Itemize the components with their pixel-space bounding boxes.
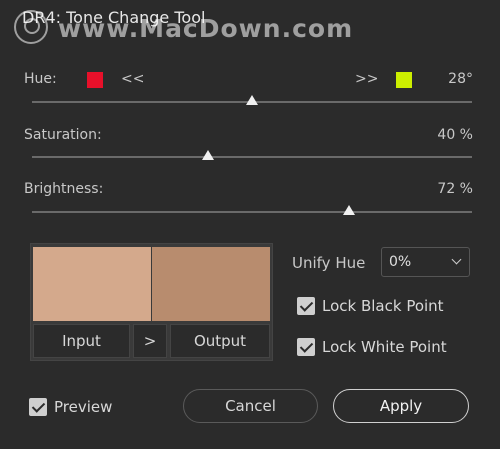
lock-black-point-checkbox[interactable]: [297, 297, 315, 315]
unify-hue-select[interactable]: 0%: [381, 247, 470, 277]
hue-value: 28°: [448, 71, 473, 87]
checkmark-icon: [299, 339, 314, 353]
checkmark-icon: [31, 399, 46, 413]
watermark-logo-icon: [14, 10, 48, 44]
output-button[interactable]: Output: [170, 324, 270, 358]
preview-checkbox[interactable]: [29, 398, 47, 416]
lock-white-point-checkbox[interactable]: [297, 338, 315, 356]
hue-decrease-button[interactable]: <<: [121, 71, 144, 87]
hue-slider-thumb[interactable]: [246, 95, 258, 105]
tone-preview-panel: Input > Output: [30, 243, 273, 361]
unify-hue-selected-value: 0%: [389, 254, 412, 270]
lock-black-point-label: Lock Black Point: [322, 297, 444, 315]
lock-white-point-label: Lock White Point: [322, 338, 447, 356]
output-color-preview: [152, 247, 270, 321]
saturation-value: 40 %: [437, 127, 473, 143]
hue-right-color-swatch: [396, 72, 412, 88]
preview-label: Preview: [54, 398, 113, 416]
cancel-button[interactable]: Cancel: [183, 389, 318, 423]
swap-arrow-button[interactable]: >: [133, 324, 167, 358]
input-color-preview: [33, 247, 151, 321]
saturation-slider-track[interactable]: [32, 156, 472, 158]
brightness-slider-track[interactable]: [32, 211, 472, 213]
hue-left-color-swatch: [87, 72, 103, 88]
saturation-label: Saturation:: [24, 127, 102, 143]
watermark-text: www.MacDown.com: [58, 14, 354, 43]
hue-increase-button[interactable]: >>: [355, 71, 378, 87]
apply-button[interactable]: Apply: [333, 389, 469, 423]
input-button[interactable]: Input: [33, 324, 130, 358]
checkmark-icon: [299, 298, 314, 312]
brightness-value: 72 %: [437, 181, 473, 197]
brightness-label: Brightness:: [24, 181, 104, 197]
hue-label: Hue:: [24, 71, 57, 87]
saturation-slider-thumb[interactable]: [202, 150, 214, 160]
unify-hue-label: Unify Hue: [292, 254, 366, 272]
chevron-down-icon: [451, 254, 462, 265]
title-bar: DR4: Tone Change Tool www.MacDown.com: [0, 0, 500, 48]
brightness-slider-thumb[interactable]: [342, 205, 355, 215]
